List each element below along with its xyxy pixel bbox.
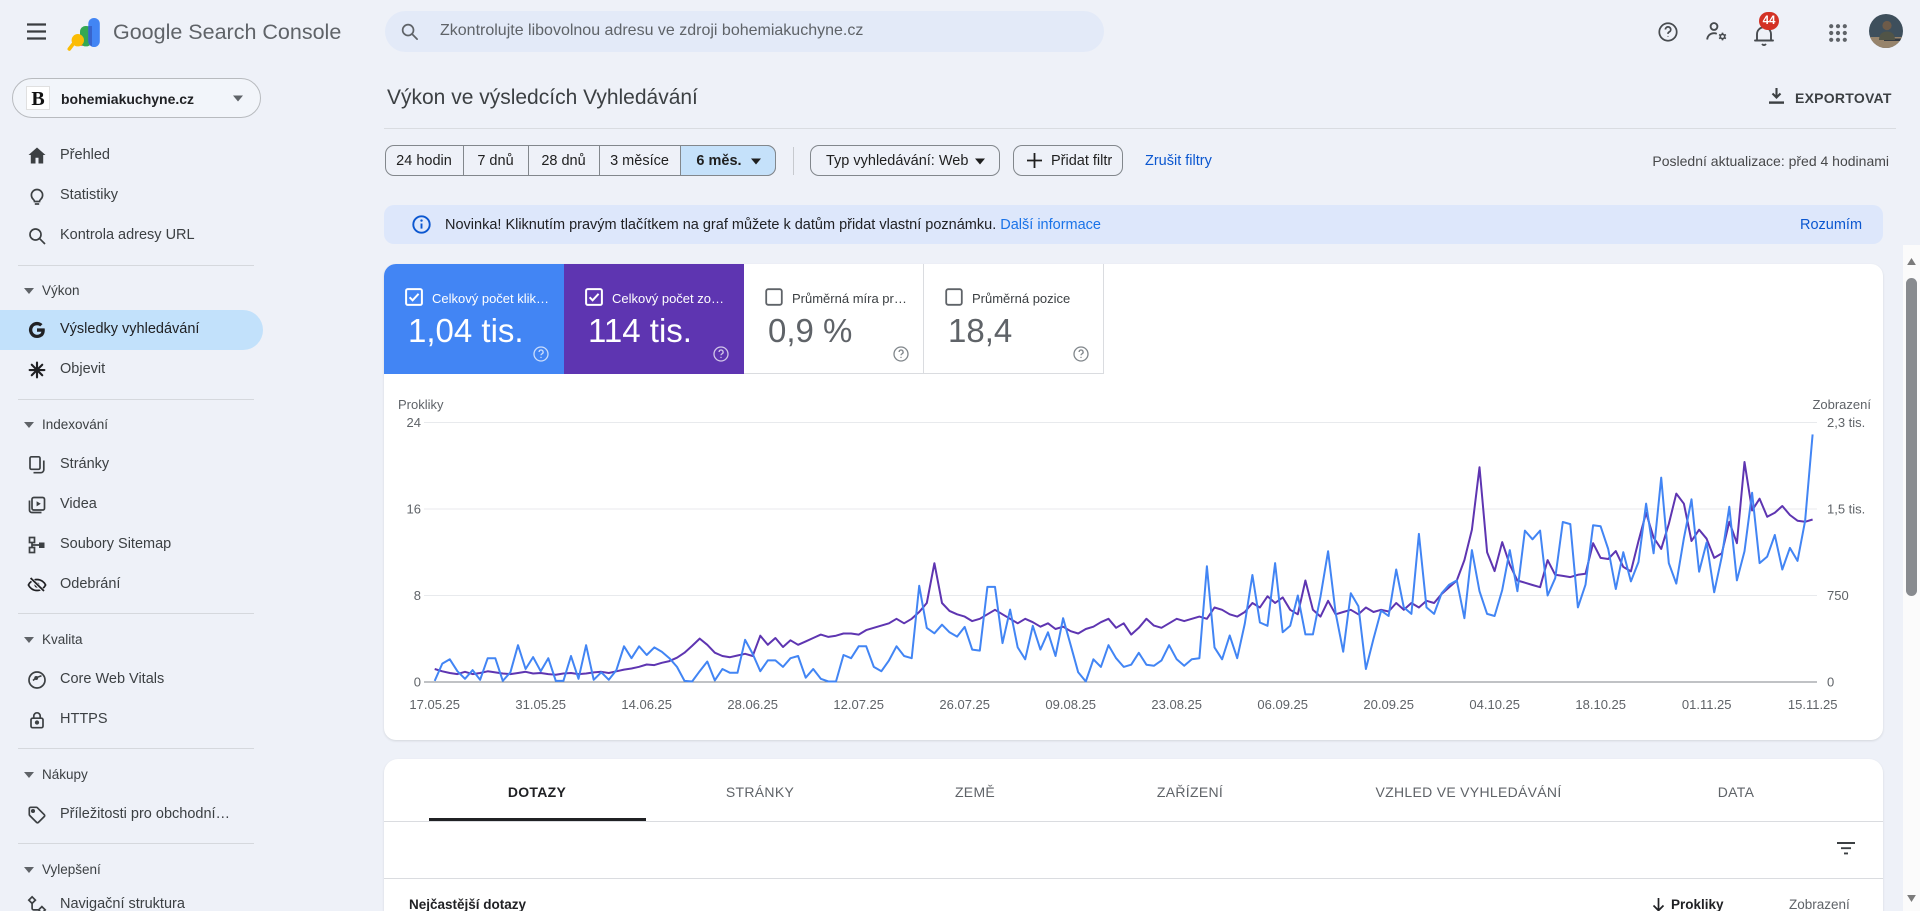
svg-text:15.11.25: 15.11.25 — [1788, 697, 1838, 712]
svg-text:14.06.25: 14.06.25 — [621, 697, 672, 712]
svg-text:06.09.25: 06.09.25 — [1257, 697, 1308, 712]
svg-text:Prokliky: Prokliky — [398, 397, 444, 412]
svg-text:Zobrazení: Zobrazení — [1812, 397, 1871, 412]
svg-text:0: 0 — [414, 675, 421, 690]
svg-text:1,5 tis.: 1,5 tis. — [1827, 502, 1865, 517]
svg-text:20.09.25: 20.09.25 — [1363, 697, 1414, 712]
svg-text:31.05.25: 31.05.25 — [515, 697, 566, 712]
svg-text:18.10.25: 18.10.25 — [1575, 697, 1626, 712]
svg-text:26.07.25: 26.07.25 — [939, 697, 990, 712]
svg-text:2,3 tis.: 2,3 tis. — [1827, 415, 1865, 430]
svg-text:750: 750 — [1827, 588, 1849, 603]
svg-text:23.08.25: 23.08.25 — [1151, 697, 1202, 712]
svg-text:28.06.25: 28.06.25 — [727, 697, 778, 712]
svg-text:0: 0 — [1827, 675, 1834, 690]
svg-text:01.11.25: 01.11.25 — [1682, 697, 1732, 712]
svg-text:16: 16 — [407, 502, 421, 517]
svg-text:24: 24 — [407, 415, 421, 430]
svg-text:12.07.25: 12.07.25 — [833, 697, 884, 712]
svg-text:09.08.25: 09.08.25 — [1045, 697, 1096, 712]
svg-text:04.10.25: 04.10.25 — [1469, 697, 1520, 712]
svg-text:8: 8 — [414, 588, 421, 603]
svg-text:17.05.25: 17.05.25 — [409, 697, 460, 712]
